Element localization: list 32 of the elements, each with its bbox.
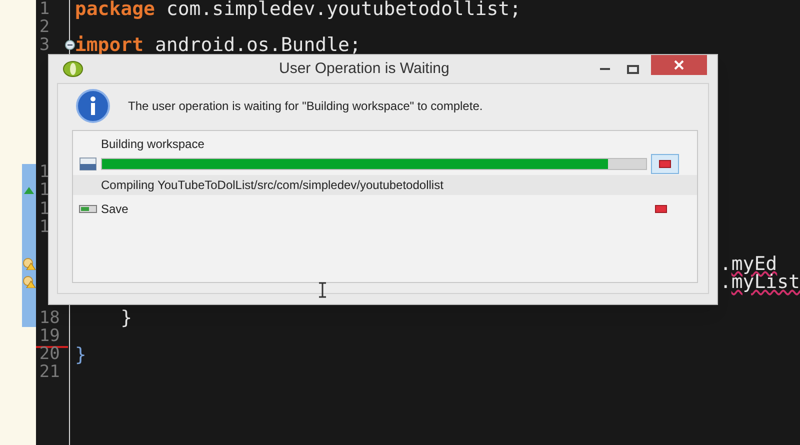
line-number: 21: [39, 364, 60, 382]
code-line: }: [74, 346, 86, 364]
code-line: .myList: [720, 272, 800, 291]
line-number: 20: [39, 346, 60, 364]
line-number: 1: [39, 200, 50, 218]
job-name: Save: [101, 201, 130, 218]
stop-icon: [655, 205, 667, 213]
text-cursor-icon: [318, 282, 327, 298]
stop-icon: [659, 160, 671, 168]
stop-button[interactable]: [651, 154, 679, 174]
app-icon: [63, 61, 83, 77]
code-line: package com.simpledev.youtubetodollist;: [74, 0, 522, 18]
line-number: 1: [39, 0, 50, 18]
info-icon: [76, 89, 110, 123]
line-number: 1: [39, 182, 50, 200]
close-icon: [674, 60, 684, 70]
dialog-message: The user operation is waiting for "Building workspace" to complete.: [128, 98, 483, 115]
job-name: Building workspace: [101, 136, 204, 153]
code-line: .myEd: [720, 254, 778, 273]
save-job-icon: [79, 205, 97, 213]
line-number: 2: [39, 18, 50, 36]
line-number: 3: [39, 36, 50, 54]
job-detail: Compiling YouTubeToDolList/src/com/simpledev/youtubetodollist: [101, 177, 444, 194]
line-number: 1: [39, 164, 50, 182]
close-button[interactable]: [651, 55, 707, 75]
code-line: }: [120, 309, 132, 328]
window-title: User Operation is Waiting: [279, 58, 450, 79]
build-icon: [79, 156, 97, 172]
line-number: 1: [39, 218, 50, 236]
line-number: 18: [39, 310, 60, 327]
code-line: import android.os.Bundle;: [74, 36, 361, 54]
line-number: 19: [39, 328, 60, 345]
